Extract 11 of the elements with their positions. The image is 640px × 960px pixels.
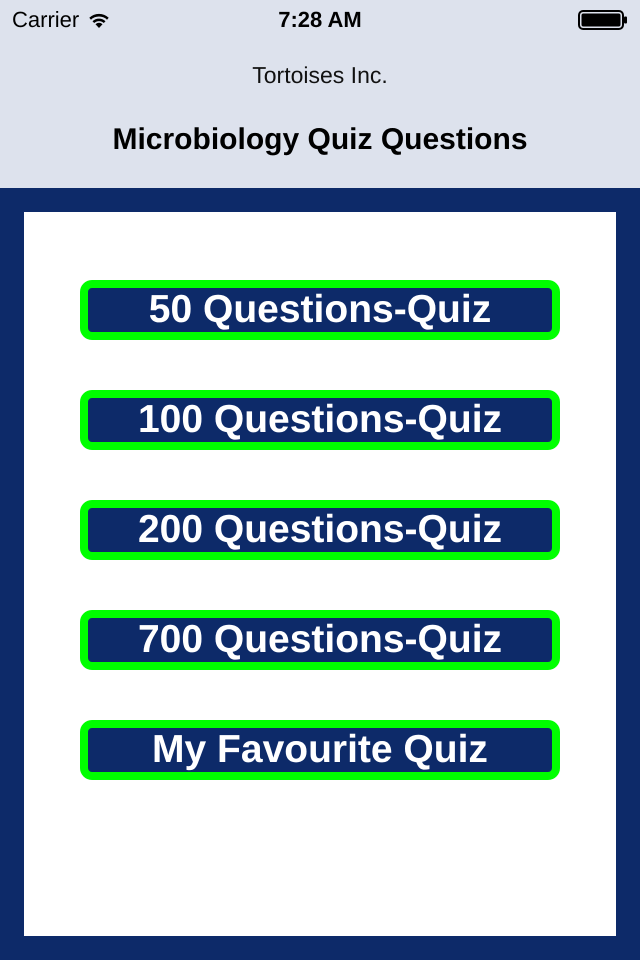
quiz-button[interactable]: 700 Questions-Quiz: [80, 610, 560, 670]
status-time: 7:28 AM: [278, 7, 362, 33]
quiz-button[interactable]: 200 Questions-Quiz: [80, 500, 560, 560]
screen-title: Microbiology Quiz Questions: [111, 123, 529, 157]
quiz-button[interactable]: My Favourite Quiz: [80, 720, 560, 780]
quiz-button[interactable]: 50 Questions-Quiz: [80, 280, 560, 340]
wifi-icon: [87, 11, 112, 29]
quiz-button[interactable]: 100 Questions-Quiz: [80, 390, 560, 450]
app-subtitle: Tortoises Inc.: [251, 62, 389, 89]
battery-icon: [578, 10, 628, 30]
carrier-label: Carrier: [12, 7, 80, 33]
